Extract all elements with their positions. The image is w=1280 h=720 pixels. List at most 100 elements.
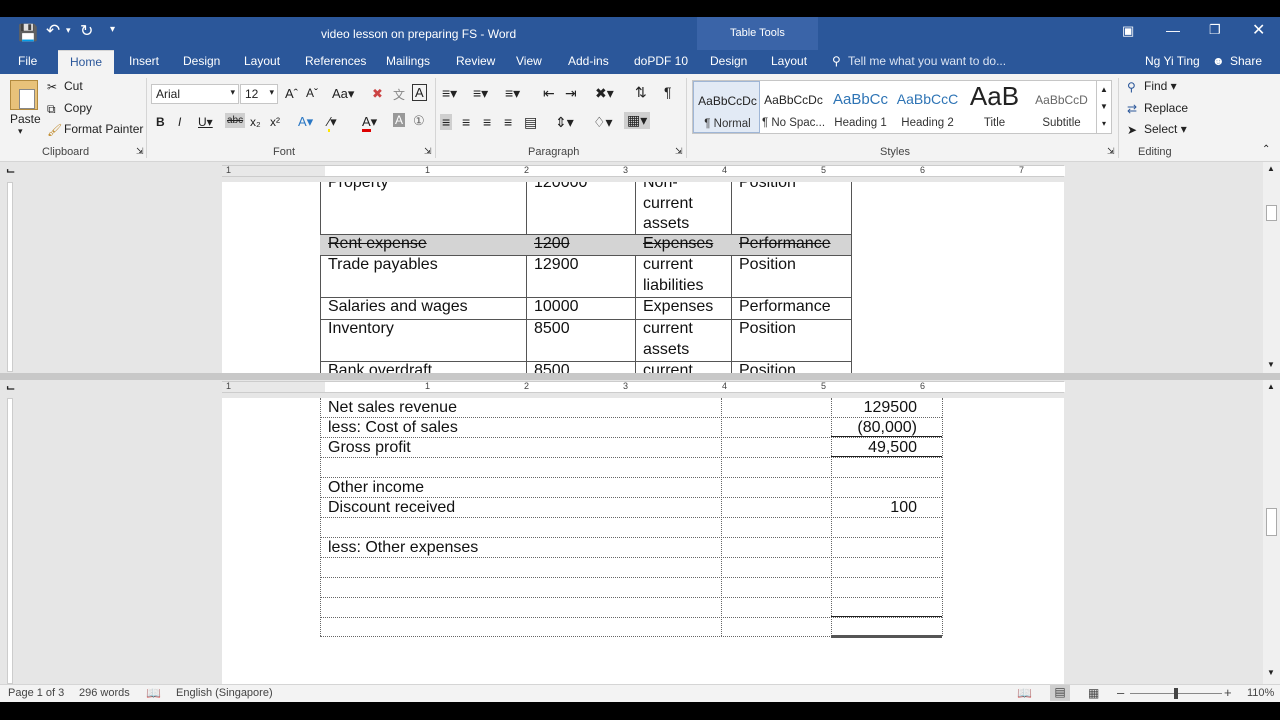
- tab-home[interactable]: Home: [58, 50, 114, 74]
- vertical-ruler-bottom[interactable]: [0, 398, 20, 684]
- tab-design[interactable]: Design: [183, 54, 220, 68]
- table-cell[interactable]: Performance: [739, 234, 831, 255]
- table-cell[interactable]: Bank overdraft: [328, 361, 432, 373]
- vertical-scrollbar-top[interactable]: ▲ ▼: [1263, 162, 1280, 373]
- table-cell[interactable]: Trade payables: [328, 255, 438, 276]
- justify-icon[interactable]: ≡: [504, 114, 512, 130]
- table-cell[interactable]: 10000: [534, 297, 579, 318]
- character-border-icon[interactable]: A: [412, 84, 427, 101]
- undo-icon[interactable]: ↶: [46, 21, 60, 41]
- table-cell[interactable]: Expenses: [643, 297, 713, 318]
- font-launcher-icon[interactable]: ⇲: [424, 146, 432, 157]
- horizontal-ruler-bottom[interactable]: 1 1 2 3 4 5 6: [222, 381, 1065, 393]
- italic-button[interactable]: I: [178, 115, 181, 129]
- document-page-top[interactable]: Property 120000 Non- current assets Posi…: [222, 182, 1064, 373]
- underline-button[interactable]: U▾: [198, 115, 213, 129]
- tell-me-box[interactable]: Tell me what you want to do...: [848, 54, 1006, 68]
- shading-icon[interactable]: ♢▾: [593, 114, 613, 131]
- copy-button[interactable]: ⧉ Copy: [47, 101, 92, 116]
- tab-insert[interactable]: Insert: [129, 54, 159, 68]
- replace-button[interactable]: ⇄ Replace: [1127, 101, 1188, 116]
- tab-file[interactable]: File: [18, 54, 37, 68]
- table-cell[interactable]: Non- current assets: [643, 182, 693, 235]
- tab-view[interactable]: View: [516, 54, 542, 68]
- find-button[interactable]: ⚲ Find ▾: [1127, 79, 1177, 94]
- grow-font-icon[interactable]: Aˆ: [285, 86, 298, 101]
- redo-icon[interactable]: ↻: [80, 21, 93, 41]
- character-shading-icon[interactable]: A: [393, 113, 406, 127]
- close-icon[interactable]: ✕: [1252, 20, 1265, 40]
- font-size-combo[interactable]: 12 ▾: [240, 84, 278, 104]
- table-cell[interactable]: 8500: [534, 361, 570, 373]
- tab-mailings[interactable]: Mailings: [386, 54, 430, 68]
- align-right-icon[interactable]: ≡: [483, 114, 491, 130]
- align-left-icon[interactable]: ≡: [440, 114, 453, 130]
- multilevel-list-icon[interactable]: ≡▾: [505, 85, 520, 102]
- table-cell[interactable]: Position: [739, 319, 796, 340]
- table-cell[interactable]: 12900: [534, 255, 579, 276]
- statement-label[interactable]: less: Cost of sales: [328, 418, 458, 439]
- clipboard-launcher-icon[interactable]: ⇲: [136, 146, 144, 157]
- strikethrough-button[interactable]: abc: [225, 113, 246, 128]
- tab-dopdf[interactable]: doPDF 10: [634, 54, 688, 68]
- tab-add-ins[interactable]: Add-ins: [568, 54, 609, 68]
- select-button[interactable]: ➤ Select ▾: [1127, 122, 1187, 137]
- statement-label[interactable]: Gross profit: [328, 438, 411, 459]
- statement-value[interactable]: (80,000): [831, 418, 917, 439]
- line-spacing-icon[interactable]: ⇕▾: [555, 114, 574, 131]
- paste-icon[interactable]: [10, 80, 38, 110]
- shrink-font-icon[interactable]: Aˇ: [306, 86, 318, 100]
- user-name[interactable]: Ng Yi Ting: [1145, 54, 1200, 68]
- tab-selector[interactable]: ⌙: [6, 381, 15, 394]
- statement-value[interactable]: 100: [831, 498, 917, 519]
- table-cell[interactable]: current liabilities: [643, 255, 703, 296]
- clear-formatting-icon[interactable]: ✖: [372, 86, 383, 102]
- styles-launcher-icon[interactable]: ⇲: [1107, 146, 1115, 157]
- table-cell[interactable]: current assets: [643, 319, 693, 360]
- ribbon-display-icon[interactable]: ▣: [1122, 23, 1134, 39]
- proofing-icon[interactable]: 📖: [146, 686, 161, 700]
- restore-icon[interactable]: ❐: [1209, 22, 1221, 38]
- vertical-scrollbar-bottom[interactable]: ▲ ▼: [1263, 380, 1280, 684]
- print-layout-icon[interactable]: ▤: [1050, 685, 1070, 701]
- zoom-in-icon[interactable]: +: [1224, 685, 1232, 700]
- table-cell[interactable]: Salaries and wages: [328, 297, 468, 318]
- tab-table-design[interactable]: Design: [710, 54, 747, 68]
- statement-label[interactable]: less: Other expenses: [328, 538, 478, 559]
- enclose-characters-icon[interactable]: ①: [413, 113, 425, 129]
- sort-icon[interactable]: ⇅: [635, 84, 647, 101]
- table-cell[interactable]: current: [643, 361, 693, 373]
- superscript-button[interactable]: x²: [270, 115, 280, 129]
- table-cell[interactable]: 120000: [534, 182, 587, 194]
- tab-references[interactable]: References: [305, 54, 366, 68]
- font-color-icon[interactable]: A▾: [362, 114, 377, 132]
- tab-table-layout[interactable]: Layout: [771, 54, 807, 68]
- table-cell[interactable]: 8500: [534, 319, 570, 340]
- numbering-icon[interactable]: ≡▾: [473, 85, 488, 102]
- table-cell[interactable]: Position: [739, 361, 796, 373]
- align-center-icon[interactable]: ≡: [462, 114, 470, 130]
- table-cell[interactable]: Position: [739, 182, 796, 194]
- change-case-icon[interactable]: Aa▾: [332, 86, 354, 102]
- pane-splitter[interactable]: [0, 373, 1280, 380]
- tab-review[interactable]: Review: [456, 54, 495, 68]
- phonetic-guide-icon[interactable]: 文: [393, 86, 405, 103]
- table-cell[interactable]: Property: [328, 182, 388, 194]
- font-name-combo[interactable]: Arial ▾: [151, 84, 239, 104]
- table-cell[interactable]: Position: [739, 255, 796, 276]
- zoom-level[interactable]: 110%: [1247, 687, 1274, 699]
- style-heading-1[interactable]: AaBbCc Heading 1: [827, 81, 894, 133]
- table-cell[interactable]: Expenses: [643, 234, 713, 255]
- subscript-button[interactable]: x₂: [250, 115, 261, 129]
- style-subtitle[interactable]: AaBbCcD Subtitle: [1028, 81, 1095, 133]
- zoom-out-icon[interactable]: –: [1117, 685, 1124, 700]
- vertical-ruler-top[interactable]: [0, 182, 20, 372]
- bullets-icon[interactable]: ≡▾: [442, 85, 457, 102]
- style-normal[interactable]: AaBbCcDc ¶ Normal: [693, 81, 760, 133]
- highlight-icon[interactable]: ∕▾: [328, 114, 337, 132]
- increase-indent-icon[interactable]: ⇥: [565, 85, 577, 102]
- text-effects-icon[interactable]: A▾: [298, 114, 313, 130]
- format-painter-button[interactable]: 🖌 Format Painter: [47, 122, 143, 137]
- statement-value[interactable]: 129500: [831, 398, 917, 419]
- document-page-bottom[interactable]: Net sales revenue 129500 less: Cost of s…: [222, 398, 1064, 684]
